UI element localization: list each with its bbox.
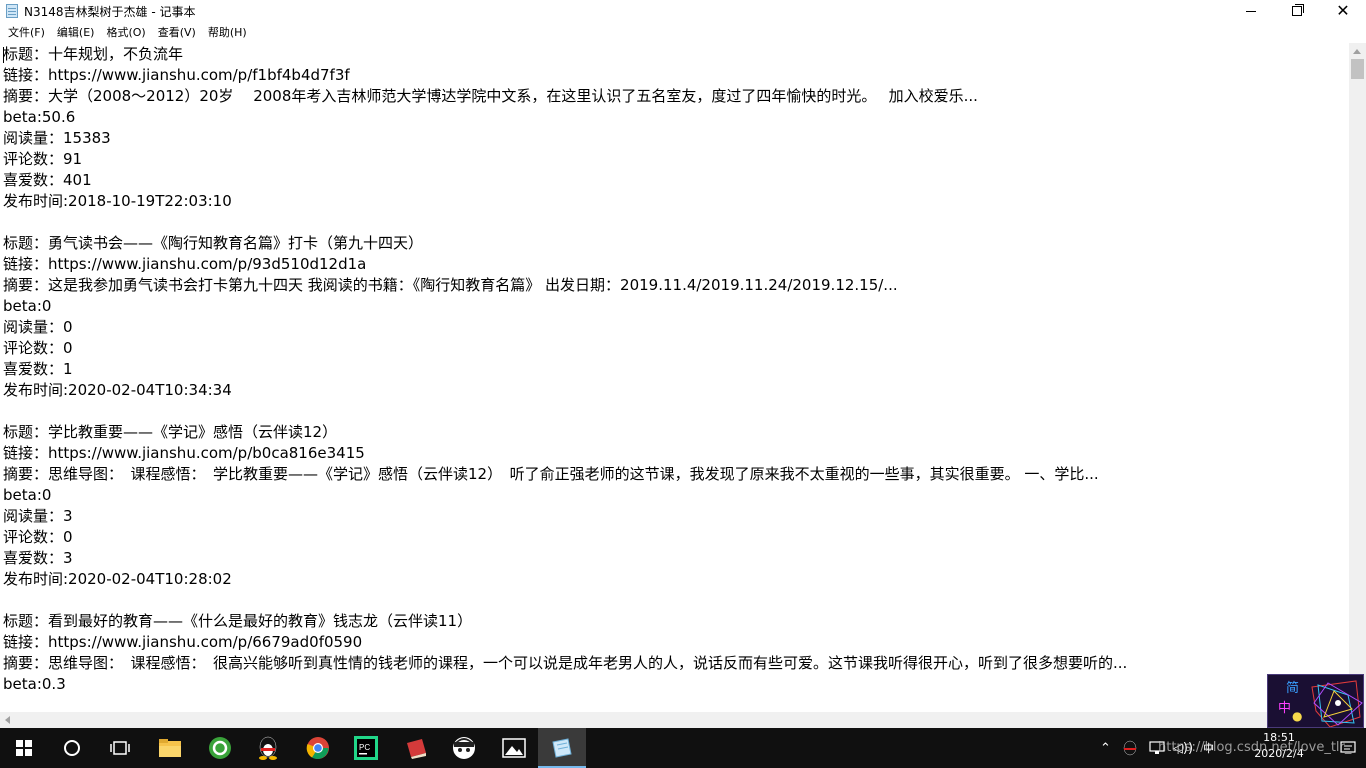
text-line: 喜爱数：401 [3, 171, 92, 189]
close-button[interactable]: ✕ [1320, 0, 1366, 22]
text-editor-area[interactable]: 标题：十年规划，不负流年链接：https://www.jianshu.com/p… [0, 43, 1349, 712]
menu-help[interactable]: 帮助(H) [202, 24, 253, 40]
text-line: beta:0.3 [3, 675, 66, 693]
text-line: 标题：学比教重要——《学记》感悟（云伴读12） [3, 423, 338, 441]
text-line: 评论数：0 [3, 339, 73, 357]
scroll-left-arrow-icon[interactable] [5, 716, 10, 724]
text-line: 阅读量：15383 [3, 129, 111, 147]
qq-penguin-icon [259, 736, 277, 760]
taskbar-chrome[interactable] [294, 728, 342, 768]
text-line: 阅读量：3 [3, 507, 73, 525]
menu-edit[interactable]: 编辑(E) [51, 24, 101, 40]
csdn-watermark: https://blog.csdn.net/love_tlr_ [1158, 740, 1352, 755]
text-line: 摘要：这是我参加勇气读书会打卡第九十四天 我阅读的书籍：《陶行知教育名篇》 出发… [3, 276, 898, 294]
maximize-button[interactable] [1274, 0, 1320, 22]
text-line: 标题：勇气读书会——《陶行知教育名篇》打卡（第九十四天） [3, 234, 424, 252]
start-button[interactable] [0, 728, 48, 768]
chrome-icon [306, 737, 329, 759]
red-book-icon [407, 739, 426, 759]
text-line: 链接：https://www.jianshu.com/p/b0ca816e341… [3, 444, 365, 462]
vertical-scroll-thumb[interactable] [1351, 59, 1364, 79]
ime-mascot-icon: ● [1292, 709, 1303, 723]
vertical-scrollbar[interactable] [1349, 43, 1366, 712]
task-view-button[interactable] [96, 728, 144, 768]
text-line: 发布时间:2018-10-19T22:03:10 [3, 192, 232, 210]
taskbar-avatar-app[interactable] [440, 728, 488, 768]
360-browser-icon [209, 737, 231, 759]
taskbar-pycharm[interactable]: PC [342, 728, 390, 768]
taskbar-file-explorer[interactable] [146, 728, 194, 768]
text-line: 摘要：大学（2008～2012）20岁 2008年考入吉林师范大学博达学院中文系… [3, 87, 978, 105]
text-line: 喜爱数：1 [3, 360, 73, 378]
taskbar-qq[interactable] [244, 728, 292, 768]
menu-view[interactable]: 查看(V) [152, 24, 202, 40]
text-line: 评论数：0 [3, 528, 73, 546]
taskbar-360-browser[interactable] [196, 728, 244, 768]
windows-logo-icon [16, 740, 32, 756]
menu-format[interactable]: 格式(O) [100, 24, 151, 40]
text-line: 标题：看到最好的教育——《什么是最好的教育》钱志龙（云伴读11） [3, 612, 473, 630]
text-line: 评论数：91 [3, 150, 83, 168]
ime-simplified-label: 简 [1286, 681, 1300, 696]
text-line: 发布时间:2020-02-04T10:28:02 [3, 570, 232, 588]
restore-icon [1292, 4, 1304, 16]
notepad-icon [6, 4, 18, 18]
tray-expand-icon[interactable]: ⌃ [1100, 741, 1111, 756]
text-line: 链接：https://www.jianshu.com/p/93d510d12d1… [3, 255, 367, 273]
title-bar: N3148吉林梨树于杰雄 - 记事本 ✕ [0, 0, 1366, 22]
task-view-icon [110, 741, 130, 755]
photos-icon [502, 738, 526, 758]
svg-text:PC: PC [359, 743, 370, 752]
taskbar-red-app[interactable] [392, 728, 440, 768]
avatar-icon [453, 737, 475, 759]
window-title: N3148吉林梨树于杰雄 - 记事本 [24, 5, 196, 19]
close-icon: ✕ [1336, 1, 1350, 20]
taskbar-photos[interactable] [490, 728, 538, 768]
text-line: 摘要：思维导图： 课程感悟： 很高兴能够听到真性情的钱老师的课程，一个可以说是成… [3, 654, 1128, 672]
minimize-icon [1246, 10, 1256, 12]
minimize-button[interactable] [1228, 0, 1274, 22]
ime-chinese-label: 中 [1278, 701, 1292, 716]
text-line: 阅读量：0 [3, 318, 73, 336]
menu-bar: 文件(F) 编辑(E) 格式(O) 查看(V) 帮助(H) [0, 22, 1366, 42]
text-line: 喜爱数：3 [3, 549, 73, 567]
text-line: beta:0 [3, 486, 52, 504]
text-line: beta:0 [3, 297, 52, 315]
text-line: 摘要：思维导图： 课程感悟： 学比教重要——《学记》感悟（云伴读12） 听了俞正… [3, 465, 1099, 483]
text-line: beta:50.6 [3, 108, 76, 126]
tray-qq-icon[interactable] [1121, 739, 1139, 757]
text-line: 链接：https://www.jianshu.com/p/f1bf4b4d7f3… [3, 66, 350, 84]
taskbar-notepad[interactable] [538, 728, 586, 768]
horizontal-scrollbar[interactable] [0, 712, 1349, 728]
network-graphic-icon [1311, 680, 1363, 727]
ime-floating-widget[interactable]: 简 中 ● [1267, 674, 1364, 728]
search-circle-icon [64, 740, 80, 756]
notepad-app-icon [552, 738, 572, 758]
folder-icon [159, 739, 181, 757]
pycharm-icon: PC [354, 736, 378, 760]
search-button[interactable] [48, 728, 96, 768]
scroll-up-arrow-icon[interactable] [1353, 49, 1361, 54]
menu-file[interactable]: 文件(F) [2, 24, 51, 40]
text-line: 标题：十年规划，不负流年 [3, 45, 184, 63]
text-line: 链接：https://www.jianshu.com/p/6679ad0f059… [3, 633, 363, 651]
text-line: 发布时间:2020-02-04T10:34:34 [3, 381, 232, 399]
